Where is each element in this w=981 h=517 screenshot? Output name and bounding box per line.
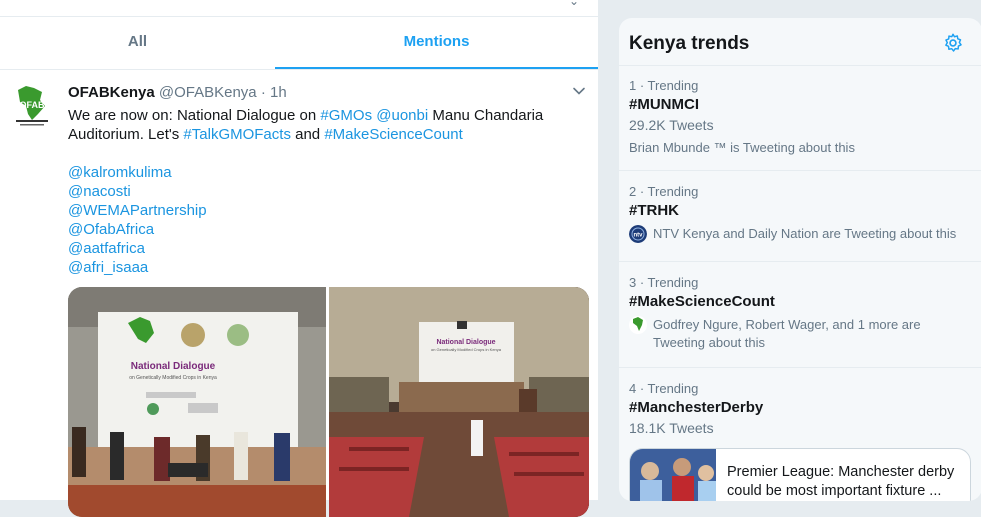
avatar[interactable]: OFAB [12,84,52,128]
trend-tweet-count: 18.1K Tweets [629,420,714,436]
mention-link[interactable]: @uonbi [376,107,428,124]
hashtag-link[interactable]: #MakeScienceCount [324,126,462,143]
tweet-media[interactable]: National Dialogue on Genetically Modifie… [68,287,589,517]
trend-item[interactable]: 3 · Trending #MakeScienceCount Godfrey N… [629,275,974,352]
chevron-down-icon[interactable]: ⌄ [569,0,579,8]
mention-link[interactable]: @kalromkulima [68,163,568,182]
avatar-text: OFAB [19,100,45,110]
banner-title: National Dialogue [131,361,216,372]
trend-item[interactable]: 4 · Trending #ManchesterDerby 18.1K Twee… [629,381,974,436]
photo-auditorium[interactable]: National Dialogue on Genetically Modifie… [329,287,589,517]
trend-rank: 1 · Trending [629,78,699,93]
top-strip: ⌄ [0,0,598,17]
trend-rank: 2 · Trending [629,184,699,199]
banner-title: National Dialogue [436,339,495,346]
tweet-timestamp[interactable]: 1h [270,84,287,101]
trend-context-row: Godfrey Ngure, Robert Wager, and 1 more … [629,316,974,352]
tweet-text-segment: and [290,126,325,143]
tweet-text-gap [68,144,568,163]
trend-tweet-count: 29.2K Tweets [629,117,714,133]
notification-tabs: All Mentions [0,17,598,70]
mention-link[interactable]: @WEMAPartnership [68,201,568,220]
hashtag-link[interactable]: #GMOs [320,107,372,124]
banner-subtitle: on Genetically Modified Crops in Kenya [129,375,217,381]
ofab-avatar-icon [629,316,647,334]
trend-name[interactable]: #MakeScienceCount [629,293,974,310]
tab-mentions[interactable]: Mentions [275,17,598,69]
trend-item[interactable]: 1 · Trending #MUNMCI 29.2K Tweets Brian … [629,78,974,157]
trend-context: NTV Kenya and Daily Nation are Tweeting … [653,226,957,241]
mention-link[interactable]: @nacosti [68,182,568,201]
hashtag-link[interactable]: #TalkGMOFacts [183,126,291,143]
tweet-menu-chevron-icon[interactable] [572,84,586,98]
trend-name[interactable]: #ManchesterDerby [629,399,974,416]
photo-panel-discussion[interactable]: National Dialogue on Genetically Modifie… [68,287,326,517]
tweet-author-name[interactable]: OFABKenya [68,84,155,101]
trend-rank: 3 · Trending [629,275,699,290]
tweet-text-line: Auditorium. Let's #TalkGMOFacts and #Mak… [68,125,568,144]
trend-item[interactable]: 2 · Trending #TRHK ntv NTV Kenya and Dai… [629,184,974,243]
trend-context: Godfrey Ngure, Robert Wager, and 1 more … [653,317,921,350]
banner-subtitle: on Genetically Modified Crops in Kenya [431,347,502,352]
timeline-column: ⌄ All Mentions OFAB OFABKenya @OFABKenya… [0,0,599,517]
mention-link[interactable]: @afri_isaaa [68,258,568,277]
ntv-logo-icon: ntv [629,225,647,243]
tweet-separator: · [260,84,266,101]
mention-link[interactable]: @OfabAfrica [68,220,568,239]
trends-title: Kenya trends [629,33,750,54]
trends-panel: Kenya trends 1 · Trending #MUNMCI 29.2K … [618,17,981,502]
news-card-headline[interactable]: Premier League: Manchester derby could b… [727,463,967,501]
svg-text:ntv: ntv [634,233,644,239]
tweet-text-line: We are now on: National Dialogue on #GMO… [68,106,568,125]
news-card-image [630,449,716,501]
trend-rank: 4 · Trending [629,381,699,396]
tweet-author-handle[interactable]: @OFABKenya [159,84,257,101]
tweet[interactable]: OFAB OFABKenya @OFABKenya · 1h We are no… [0,70,598,517]
trend-context: Brian Mbunde ™ is Tweeting about this [629,140,855,155]
trend-name[interactable]: #TRHK [629,202,974,219]
tweet-text: We are now on: National Dialogue on #GMO… [68,106,568,277]
tweet-text-segment: We are now on: National Dialogue on [68,107,321,124]
tab-all[interactable]: All [0,17,275,69]
tweet-text-segment: Auditorium. Let's [68,126,184,143]
mention-link[interactable]: @aatfafrica [68,239,568,258]
news-card[interactable]: Premier League: Manchester derby could b… [629,448,971,501]
trend-name[interactable]: #MUNMCI [629,96,974,113]
tweet-text-segment: Manu Chandaria [428,107,544,124]
gear-icon[interactable] [942,32,964,54]
tweet-header: OFABKenya @OFABKenya · 1h [68,84,287,101]
trend-context-row: ntv NTV Kenya and Daily Nation are Tweet… [629,225,974,243]
